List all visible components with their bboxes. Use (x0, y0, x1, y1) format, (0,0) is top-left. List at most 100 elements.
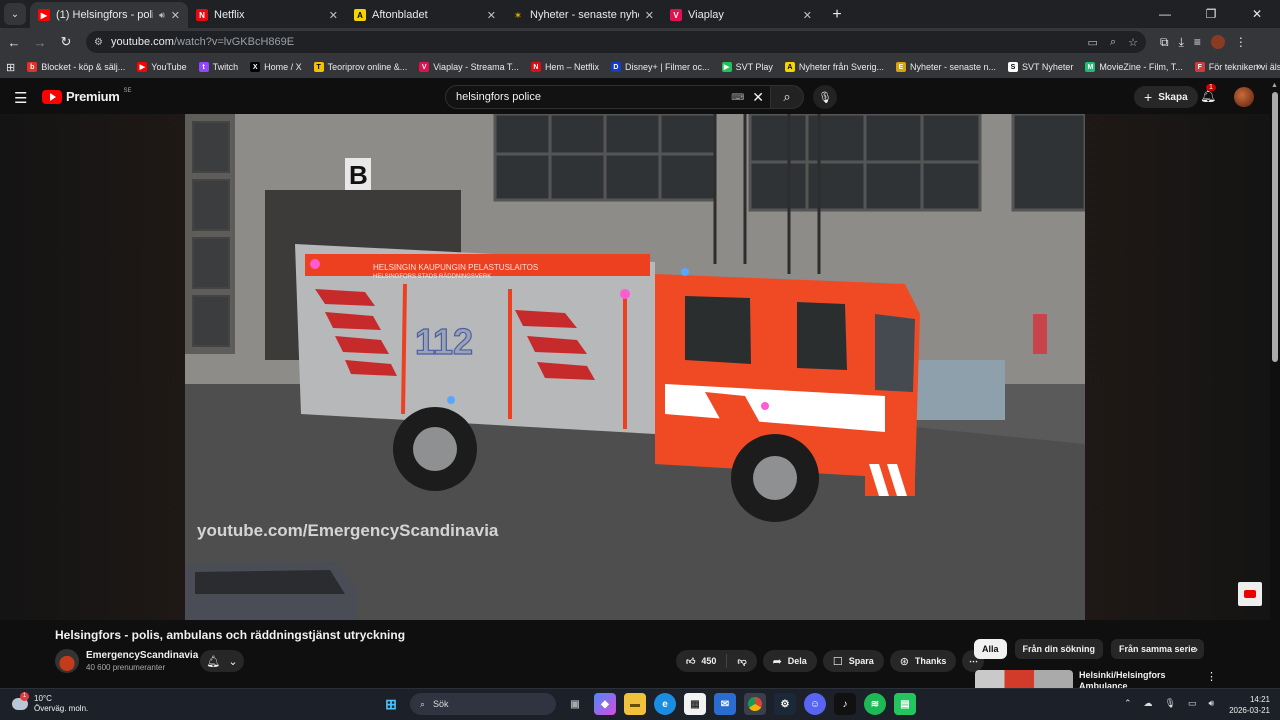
windows-start-icon[interactable]: ⊞ (380, 693, 402, 715)
account-avatar[interactable] (1234, 87, 1254, 107)
tiktok-icon[interactable]: ♪ (834, 693, 856, 715)
dislike-button[interactable]: 👎︎ (727, 650, 756, 672)
menu-dots-icon[interactable]: ⋮ (1235, 35, 1247, 49)
bookmark-item[interactable]: ▶ YouTube (137, 62, 187, 72)
page-scrollbar[interactable]: ▲ (1270, 80, 1280, 720)
clock[interactable]: 14:21 2026-03-21 (1226, 694, 1270, 716)
cast-icon[interactable]: ▭ (1088, 36, 1098, 49)
bookmark-item[interactable]: N Hem – Netflix (530, 62, 599, 72)
tab-search-icon[interactable]: ⌄ (4, 3, 26, 25)
bookmark-item[interactable]: FFör tekniken vi älska... (1194, 62, 1280, 72)
address-bar[interactable]: ⚙ youtube.com/watch?v=lvGKBcH869E ▭ ⌕ ☆ (86, 31, 1146, 53)
bookmark-item[interactable]: V Viaplay - Streama T... (419, 62, 519, 72)
task-view-icon[interactable]: ▣ (564, 693, 586, 715)
bookmark-item[interactable]: M MovieZine - Film, T... (1085, 62, 1183, 72)
recommendation-thumbnail[interactable] (975, 670, 1073, 688)
subscription-notifications-button[interactable]: 🔔︎ ⌄ (200, 650, 244, 672)
bookmark-item[interactable]: ▶ SVT Play (721, 62, 773, 72)
keyboard-icon[interactable]: ⌨ (731, 92, 744, 103)
bookmark-item[interactable]: X Home / X (250, 62, 302, 72)
copilot-icon[interactable]: ◆ (594, 693, 616, 715)
file-explorer-icon[interactable]: ▬ (624, 693, 646, 715)
channel-avatar[interactable] (55, 649, 79, 673)
bookmark-favicon-icon: ▶ (137, 62, 148, 72)
hamburger-menu-icon[interactable]: ☰ (14, 89, 27, 107)
chip-from-search[interactable]: Från din sökning (1014, 639, 1104, 659)
site-info-icon[interactable]: ⚙ (94, 37, 103, 48)
close-window-button[interactable]: ✕ (1234, 0, 1280, 28)
back-button[interactable]: ← (2, 30, 26, 54)
media-icon[interactable]: ≡ (1194, 35, 1201, 49)
close-icon[interactable]: ✕ (329, 9, 338, 22)
channel-name[interactable]: EmergencyScandinavia (86, 650, 198, 661)
maximize-button[interactable]: ❐ (1188, 0, 1234, 28)
more-bookmarks-icon[interactable]: » (1256, 61, 1262, 73)
network-icon[interactable]: ▭ (1188, 698, 1197, 709)
bookmark-item[interactable]: E Nyheter - senaste n... (895, 62, 996, 72)
thanks-button[interactable]: ⊛ Thanks (889, 650, 957, 672)
like-button[interactable]: 👍︎ 450 (676, 650, 726, 672)
recommendation-title[interactable]: Helsinki/Helsingfors Ambulance (1079, 670, 1199, 688)
steam-icon[interactable]: ⚙ (774, 693, 796, 715)
save-button[interactable]: ☐ Spara (822, 650, 884, 672)
bookmark-item[interactable]: T Teoriprov online &... (313, 62, 407, 72)
bookmark-item[interactable]: t Twitch (198, 62, 238, 72)
tray-overflow-icon[interactable]: ⌃ (1124, 698, 1132, 709)
clear-search-icon[interactable]: ✕ (752, 89, 764, 106)
speaker-icon[interactable]: 🔊︎ (159, 10, 165, 21)
chrome-icon[interactable] (744, 693, 766, 715)
volume-icon[interactable]: 🔊︎ (1209, 698, 1215, 709)
bookmark-item[interactable]: D Disney+ | Filmer oc... (610, 62, 710, 72)
search-input[interactable]: helsingfors police ⌨ ✕ (445, 85, 775, 109)
minimize-button[interactable]: — (1142, 0, 1188, 28)
reload-button[interactable]: ↻ (54, 30, 78, 54)
new-tab-button[interactable]: + (826, 4, 848, 26)
taskbar-search[interactable]: ⌕ Sök (410, 693, 556, 715)
search-query[interactable]: helsingfors police (456, 91, 731, 103)
chip-all[interactable]: Alla (974, 639, 1007, 659)
chevron-right-icon[interactable]: › (1194, 642, 1198, 656)
close-icon[interactable]: ✕ (803, 9, 812, 22)
spotify-icon[interactable]: ≋ (864, 693, 886, 715)
recommendation-menu-icon[interactable]: ⋮ (1206, 670, 1217, 683)
tab-viaplay[interactable]: V Viaplay ✕ (662, 2, 820, 28)
youtube-logo[interactable]: Premium SE (42, 88, 132, 104)
bookmark-item[interactable]: S SVT Nyheter (1008, 62, 1073, 72)
tab-nyheter[interactable]: ✶ Nyheter - senaste nyheterna i S ✕ (504, 2, 662, 28)
discord-icon[interactable]: ☺ (804, 693, 826, 715)
edge-icon[interactable]: e (654, 693, 676, 715)
forward-button[interactable]: → (28, 30, 52, 54)
download-icon[interactable]: ⤓ (1179, 35, 1184, 50)
app-icon[interactable]: ▤ (894, 693, 916, 715)
search-button[interactable]: ⌕ (770, 85, 804, 109)
store-icon[interactable]: ▦ (684, 693, 706, 715)
close-icon[interactable]: ✕ (645, 9, 654, 22)
video-player[interactable]: B HELSINGIN KAUPUNGIN PELASTUSLAITOS HEL… (185, 114, 1085, 620)
share-button[interactable]: ➦ Dela (762, 650, 817, 672)
bookmark-star-icon[interactable]: ☆ (1128, 36, 1138, 49)
profile-avatar[interactable] (1210, 35, 1225, 49)
like-count: 450 (701, 656, 717, 666)
voice-search-button[interactable]: 🎙︎ (813, 85, 837, 109)
apps-grid-icon[interactable]: ⊞ (6, 61, 15, 74)
bookmark-item[interactable]: A Nyheter från Sverig... (784, 62, 884, 72)
scroll-up-icon[interactable]: ▲ (1271, 82, 1278, 89)
notifications-button[interactable]: 🔔︎ 1 (1200, 84, 1217, 104)
zoom-icon[interactable]: ⌕ (1110, 36, 1116, 49)
weather-widget[interactable]: 1 10°C Överväg. moln. (12, 692, 88, 714)
mail-icon[interactable]: ✉ (714, 693, 736, 715)
tab-aftonbladet[interactable]: A Aftonbladet ✕ (346, 2, 504, 28)
bookmark-item[interactable]: b Blocket - köp & sälj... (27, 62, 125, 72)
onedrive-icon[interactable]: ☁ (1144, 698, 1153, 709)
channel-watermark-icon[interactable] (1238, 582, 1262, 606)
close-icon[interactable]: ✕ (487, 9, 496, 22)
tab-youtube[interactable]: ▶ (1) Helsingfors - polis, amb 🔊︎ ✕ (30, 2, 188, 28)
close-icon[interactable]: ✕ (171, 9, 180, 22)
create-button[interactable]: + Skapa (1134, 86, 1198, 108)
tab-netflix[interactable]: N Netflix ✕ (188, 2, 346, 28)
microphone-icon[interactable]: 🎙︎ (1165, 698, 1176, 709)
chip-same-series[interactable]: Från samma serie (1111, 639, 1204, 659)
extensions-icon[interactable]: ⧉ (1160, 35, 1169, 50)
scrollbar-thumb[interactable] (1272, 92, 1278, 362)
url-text[interactable]: youtube.com/watch?v=lvGKBcH869E (111, 36, 1088, 48)
